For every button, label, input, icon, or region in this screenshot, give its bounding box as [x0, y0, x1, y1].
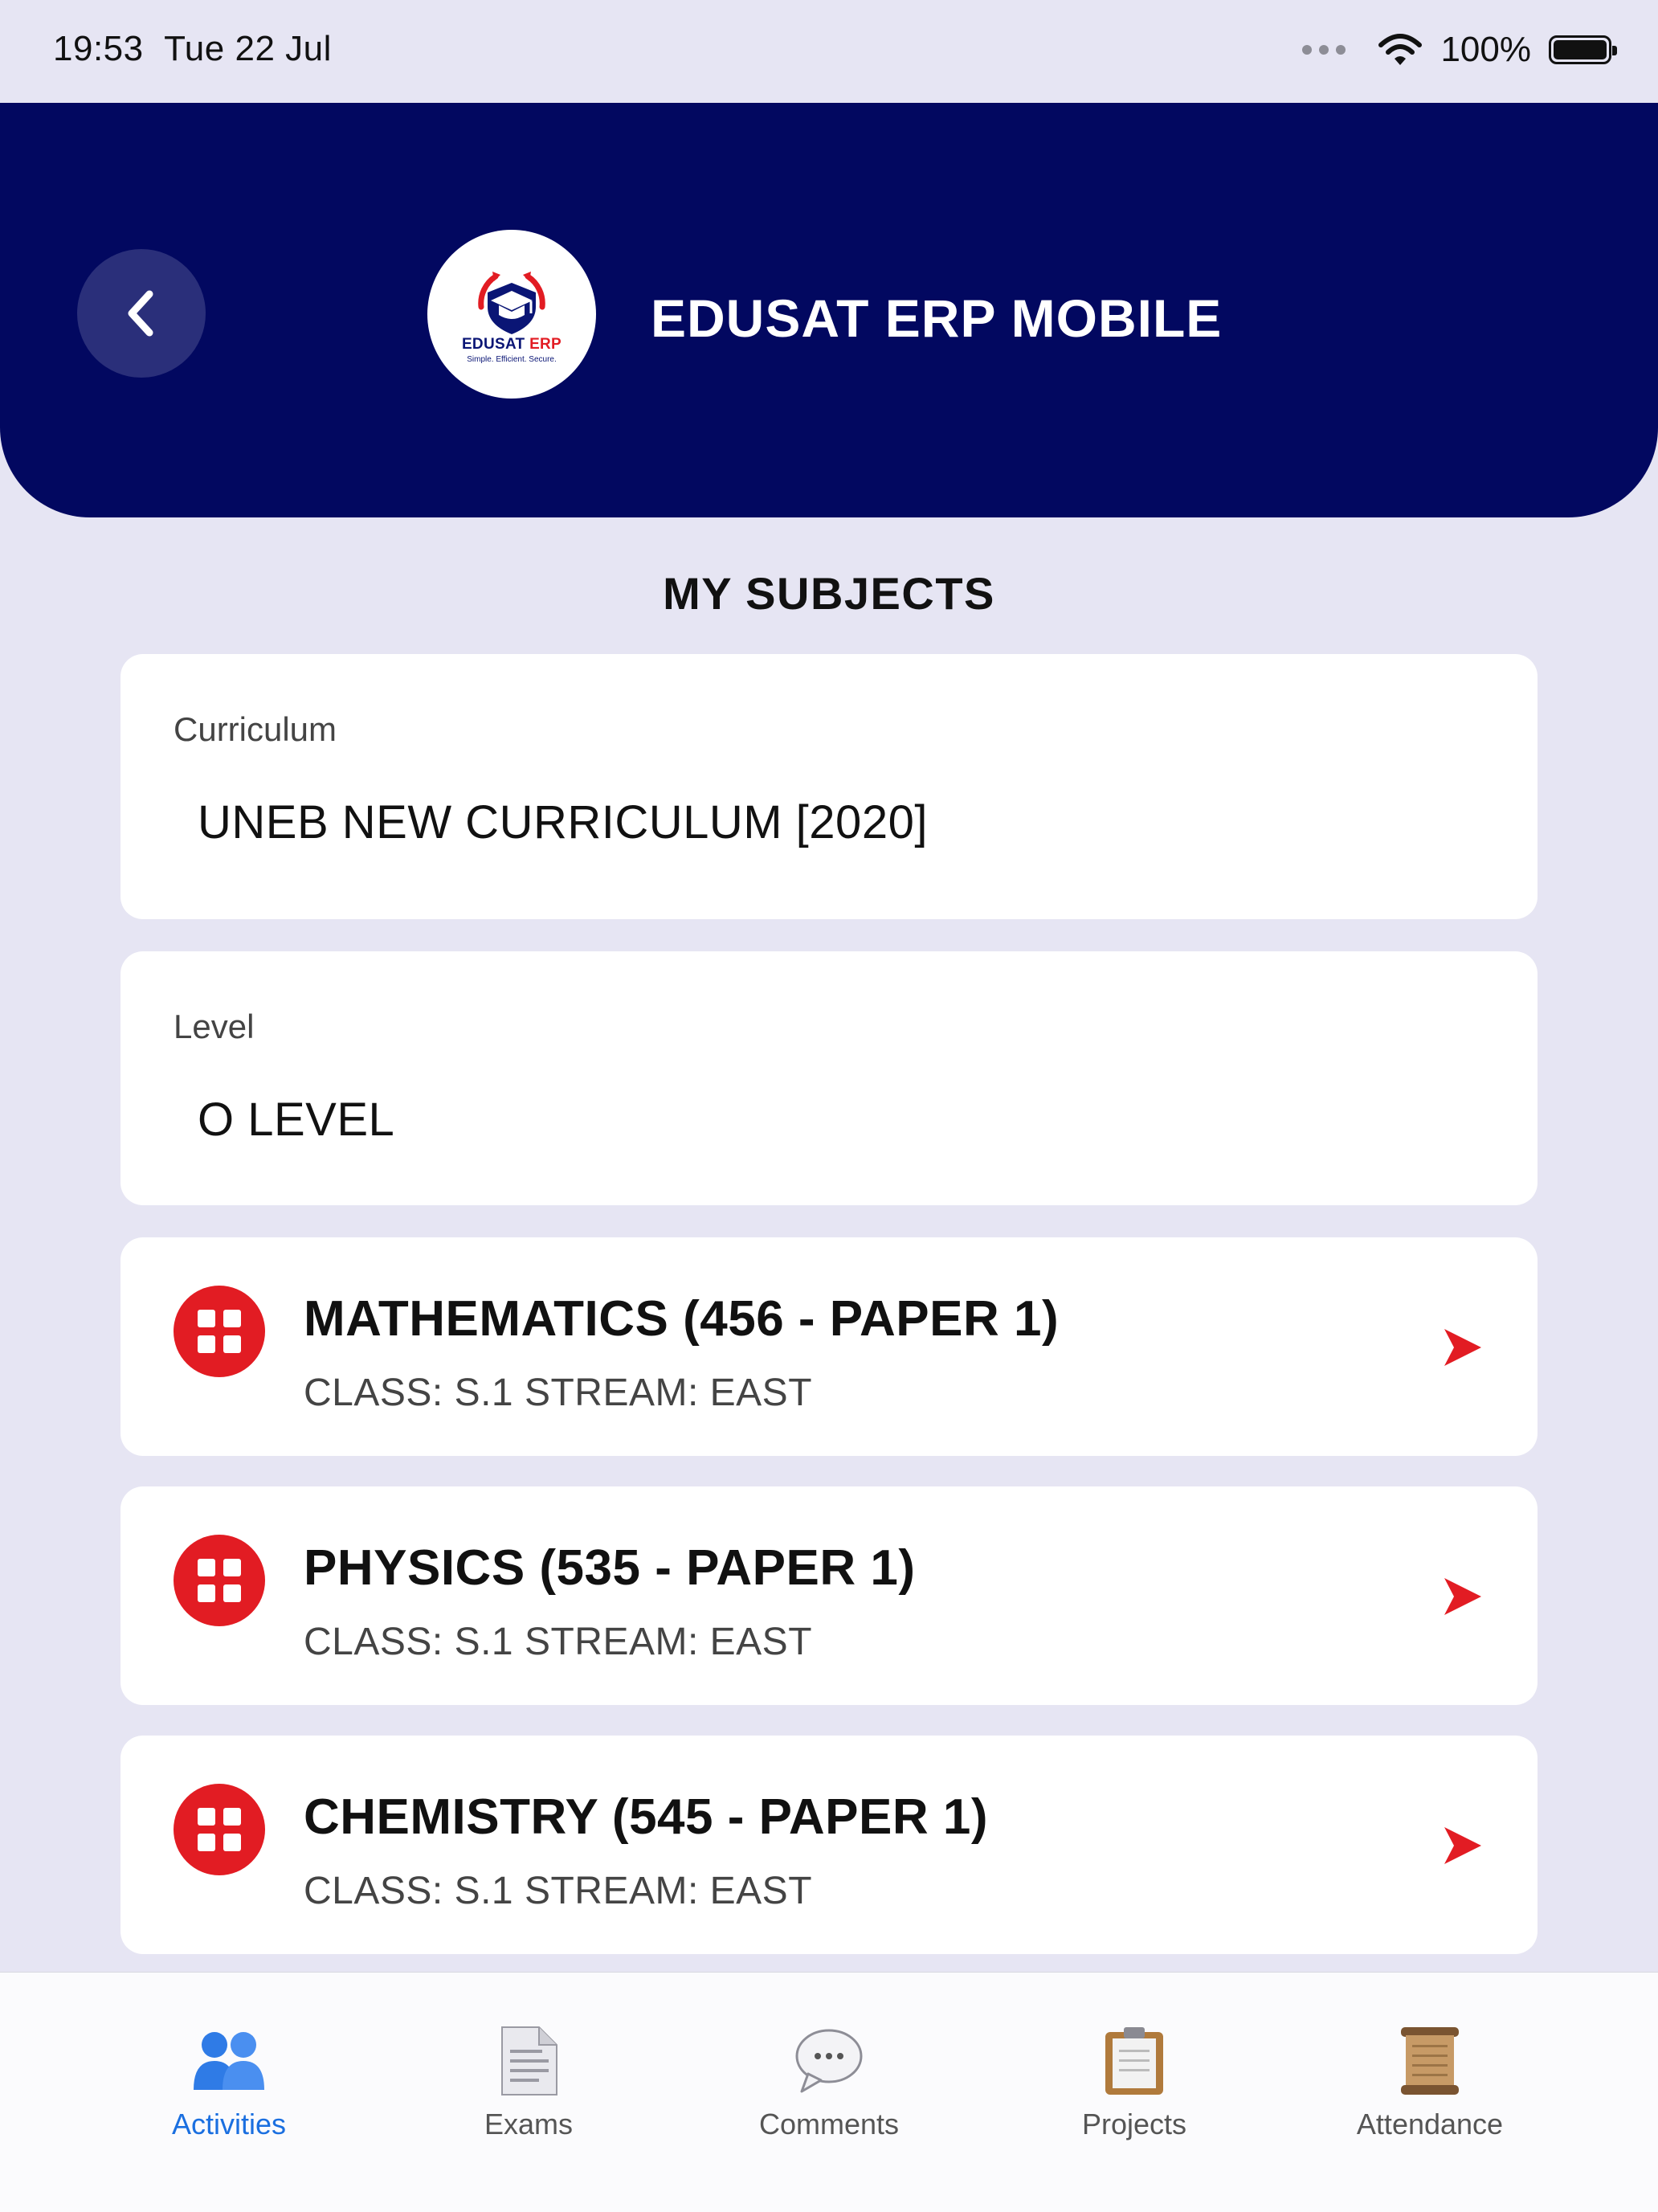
back-button[interactable] [77, 249, 206, 378]
multitasking-dots-icon [1302, 45, 1346, 55]
app-header: EDUSAT ERP Simple. Efficient. Secure. ED… [0, 103, 1658, 517]
arrow-right-icon [1444, 1329, 1481, 1366]
document-icon [488, 2024, 569, 2098]
tab-label: Exams [484, 2108, 574, 2140]
clipboard-icon [1094, 2024, 1174, 2098]
grid-icon [174, 1535, 265, 1626]
grid-icon [174, 1286, 265, 1377]
scroll-icon [1390, 2024, 1470, 2098]
logo-wordmark: EDUSAT ERP [461, 335, 562, 353]
status-bar: 19:53 Tue 22 Jul 100% [0, 0, 1658, 103]
subject-title: CHEMISTRY (545 - PAPER 1) [304, 1789, 988, 1845]
subject-card-physics[interactable]: PHYSICS (535 - PAPER 1) CLASS: S.1 STREA… [120, 1486, 1538, 1705]
tab-activities[interactable]: Activities [92, 1973, 365, 2157]
level-value: O LEVEL [198, 1094, 395, 1146]
grid-icon [174, 1784, 265, 1875]
battery-icon [1549, 35, 1617, 64]
speech-bubble-icon [789, 2024, 869, 2098]
page-title: MY SUBJECTS [663, 568, 995, 619]
status-date: Tue 22 Jul [164, 29, 332, 68]
battery-percentage: 100% [1440, 30, 1531, 69]
subject-class-stream: CLASS: S.1 STREAM: EAST [304, 1621, 813, 1663]
arrow-right-icon [1444, 1578, 1481, 1615]
wifi-icon [1378, 34, 1423, 65]
tab-comments[interactable]: Comments [692, 1973, 966, 2157]
tab-attendance[interactable]: Attendance [1293, 1973, 1566, 2157]
app-title: EDUSAT ERP MOBILE [651, 288, 1223, 348]
tab-exams[interactable]: Exams [392, 1973, 665, 2157]
level-label: Level [174, 1008, 255, 1045]
status-time: 19:53 Tue 22 Jul [53, 29, 332, 69]
tab-label: Activities [171, 2108, 287, 2140]
subject-class-stream: CLASS: S.1 STREAM: EAST [304, 1870, 813, 1912]
subject-card-chemistry[interactable]: CHEMISTRY (545 - PAPER 1) CLASS: S.1 STR… [120, 1736, 1538, 1954]
graduation-cap-logo-icon [478, 271, 545, 334]
tab-label: Comments [758, 2108, 900, 2140]
logo-tagline: Simple. Efficient. Secure. [467, 354, 557, 364]
status-clock: 19:53 [53, 29, 144, 68]
curriculum-label: Curriculum [174, 710, 337, 748]
arrow-right-icon [1444, 1827, 1481, 1864]
subject-title: PHYSICS (535 - PAPER 1) [304, 1540, 916, 1596]
bottom-tab-bar: Activities Exams Comments Projects Atten… [0, 1972, 1658, 2212]
subject-card-mathematics[interactable]: MATHEMATICS (456 - PAPER 1) CLASS: S.1 S… [120, 1237, 1538, 1456]
subject-title: MATHEMATICS (456 - PAPER 1) [304, 1291, 1060, 1347]
tab-projects[interactable]: Projects [998, 1973, 1271, 2157]
subject-class-stream: CLASS: S.1 STREAM: EAST [304, 1372, 813, 1414]
app-logo: EDUSAT ERP Simple. Efficient. Secure. [427, 230, 596, 399]
tab-label: Projects [1081, 2108, 1187, 2140]
status-indicators: 100% [1302, 27, 1617, 72]
chevron-left-icon [128, 290, 153, 337]
tab-label: Attendance [1356, 2108, 1504, 2140]
curriculum-card: Curriculum UNEB NEW CURRICULUM [2020] [120, 654, 1538, 919]
curriculum-value: UNEB NEW CURRICULUM [2020] [198, 796, 928, 848]
level-card: Level O LEVEL [120, 951, 1538, 1205]
people-icon [189, 2024, 269, 2098]
